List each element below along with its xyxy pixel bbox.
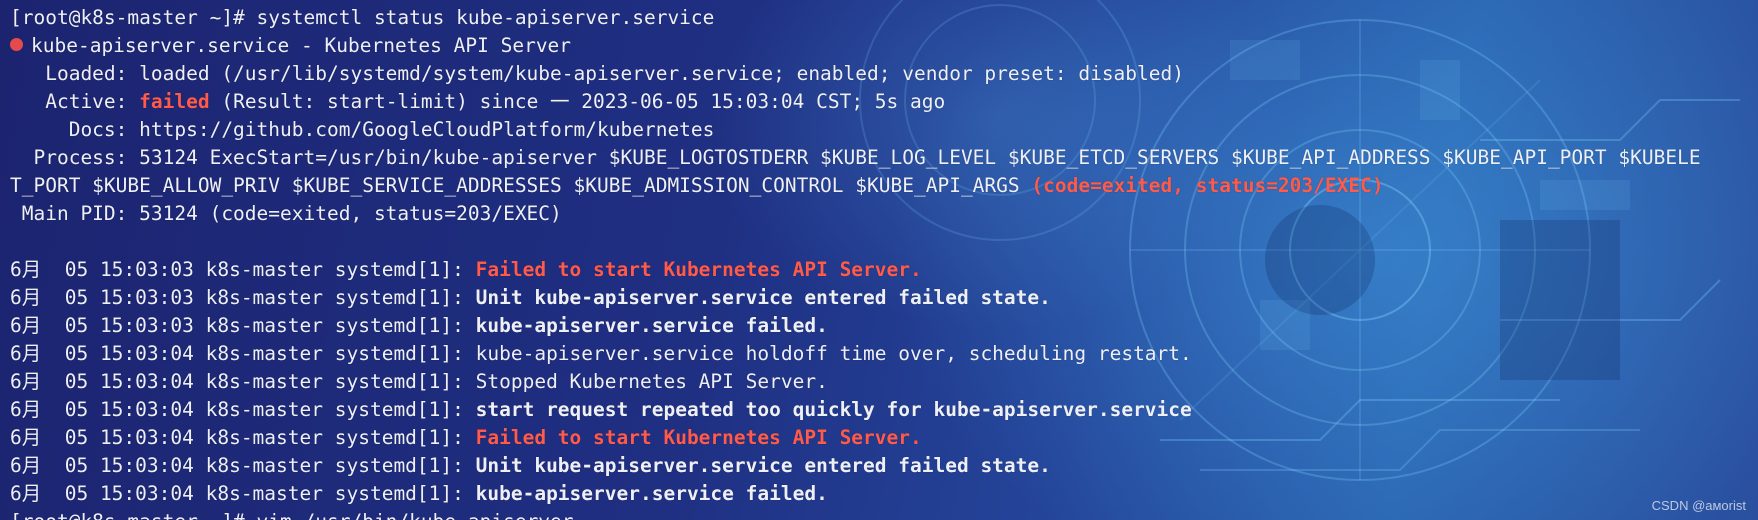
docs-label: Docs: — [10, 118, 140, 141]
log-line: 6月 05 15:03:04 k8s-master systemd[1]: Un… — [10, 452, 1750, 480]
loaded-value: loaded (/usr/lib/systemd/system/kube-api… — [139, 62, 1184, 85]
log-message: kube-apiserver.service failed. — [475, 314, 828, 337]
main-pid-line: Main PID: 53124 (code=exited, status=203… — [10, 200, 1750, 228]
log-prefix: 6月 05 15:03:03 k8s-master systemd[1]: — [10, 286, 476, 309]
docs-link[interactable]: https://github.com/GoogleCloudPlatform/k… — [139, 118, 714, 141]
log-prefix: 6月 05 15:03:04 k8s-master systemd[1]: — [10, 398, 476, 421]
log-prefix: 6月 05 15:03:03 k8s-master systemd[1]: — [10, 314, 476, 337]
active-state: failed — [139, 90, 210, 113]
active-detail: (Result: start-limit) since 一 2023-06-05… — [209, 90, 946, 113]
log-prefix: 6月 05 15:03:04 k8s-master systemd[1]: — [10, 370, 476, 393]
log-line: 6月 05 15:03:03 k8s-master systemd[1]: ku… — [10, 312, 1750, 340]
log-line: 6月 05 15:03:04 k8s-master systemd[1]: st… — [10, 396, 1750, 424]
log-line: 6月 05 15:03:03 k8s-master systemd[1]: Fa… — [10, 256, 1750, 284]
log-line: 6月 05 15:03:04 k8s-master systemd[1]: ku… — [10, 340, 1750, 368]
log-prefix: 6月 05 15:03:04 k8s-master systemd[1]: — [10, 342, 476, 365]
terminal-output: [root@k8s-master ~]# systemctl status ku… — [10, 4, 1750, 520]
docs-line: Docs: https://github.com/GoogleCloudPlat… — [10, 116, 1750, 144]
command-line: [root@k8s-master ~]# systemctl status ku… — [10, 4, 1750, 32]
log-message: kube-apiserver.service failed. — [475, 482, 828, 505]
log-line: 6月 05 15:03:04 k8s-master systemd[1]: St… — [10, 368, 1750, 396]
log-message: kube-apiserver.service holdoff time over… — [475, 342, 1192, 365]
terminal-window[interactable]: [root@k8s-master ~]# systemctl status ku… — [0, 0, 1758, 520]
journal-log: 6月 05 15:03:03 k8s-master systemd[1]: Fa… — [10, 256, 1750, 508]
log-line: 6月 05 15:03:04 k8s-master systemd[1]: ku… — [10, 480, 1750, 508]
log-line: 6月 05 15:03:03 k8s-master systemd[1]: Un… — [10, 284, 1750, 312]
loaded-line: Loaded: loaded (/usr/lib/systemd/system/… — [10, 60, 1750, 88]
process-label: Process: — [10, 146, 140, 169]
unit-title: kube-apiserver.service - Kubernetes API … — [31, 34, 572, 57]
log-prefix: 6月 05 15:03:03 k8s-master systemd[1]: — [10, 258, 476, 281]
process-command: 53124 ExecStart=/usr/bin/kube-apiserver … — [139, 146, 1701, 169]
active-line: Active: failed (Result: start-limit) sin… — [10, 88, 1750, 116]
command-text: vim /usr/bin/kube-apiserver — [257, 510, 574, 520]
shell-prompt: [root@k8s-master ~]# — [10, 510, 257, 520]
active-label: Active: — [10, 90, 140, 113]
command-text: systemctl status kube-apiserver.service — [256, 6, 715, 29]
next-command-line: [root@k8s-master ~]# vim /usr/bin/kube-a… — [10, 508, 1750, 520]
main-pid-label: Main PID: — [10, 202, 140, 225]
log-line: 6月 05 15:03:04 k8s-master systemd[1]: Fa… — [10, 424, 1750, 452]
log-prefix: 6月 05 15:03:04 k8s-master systemd[1]: — [10, 454, 476, 477]
process-command-continued: T_PORT $KUBE_ALLOW_PRIV $KUBE_SERVICE_AD… — [10, 174, 1032, 197]
log-prefix: 6月 05 15:03:04 k8s-master systemd[1]: — [10, 426, 476, 449]
process-exit-status: (code=exited, status=203/EXEC) — [1031, 174, 1384, 197]
process-line: Process: 53124 ExecStart=/usr/bin/kube-a… — [10, 144, 1750, 172]
log-message: Stopped Kubernetes API Server. — [475, 370, 828, 393]
main-pid-value: 53124 (code=exited, status=203/EXEC) — [139, 202, 562, 225]
log-message: Failed to start Kubernetes API Server. — [475, 258, 922, 281]
process-line-wrap: T_PORT $KUBE_ALLOW_PRIV $KUBE_SERVICE_AD… — [10, 172, 1750, 200]
log-message: Failed to start Kubernetes API Server. — [475, 426, 922, 449]
unit-title-line: kube-apiserver.service - Kubernetes API … — [10, 32, 1750, 60]
status-dot-icon — [10, 38, 23, 51]
shell-prompt: [root@k8s-master ~]# — [10, 6, 257, 29]
log-message: start request repeated too quickly for k… — [475, 398, 1192, 421]
loaded-label: Loaded: — [10, 62, 140, 85]
log-message: Unit kube-apiserver.service entered fail… — [475, 286, 1051, 309]
csdn-watermark: CSDN @амorist — [1651, 498, 1746, 513]
log-prefix: 6月 05 15:03:04 k8s-master systemd[1]: — [10, 482, 476, 505]
log-message: Unit kube-apiserver.service entered fail… — [475, 454, 1051, 477]
